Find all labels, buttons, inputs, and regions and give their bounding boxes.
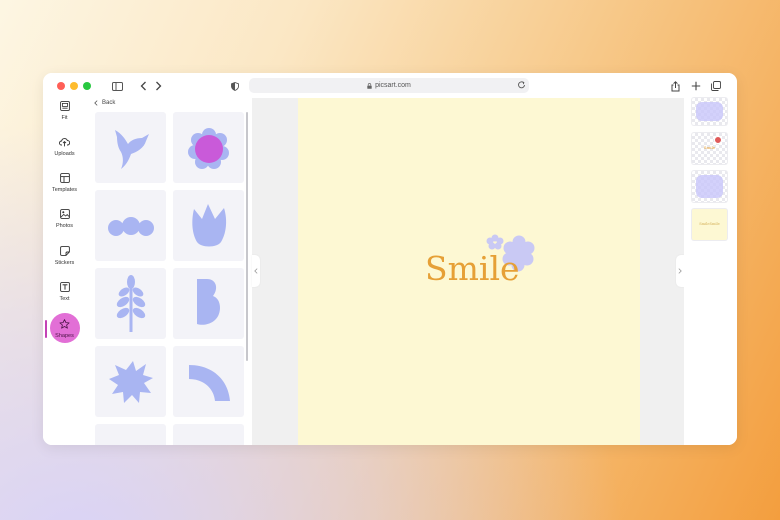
shape-tile-dome[interactable]: [95, 424, 166, 445]
chevron-left-icon: [94, 100, 98, 106]
maximize-window-button[interactable]: [83, 82, 91, 90]
sidebar-item-shapes[interactable]: Shapes: [43, 319, 86, 339]
sidebar-toggle-icon[interactable]: [110, 78, 124, 94]
collapse-left-panel-button[interactable]: [252, 255, 260, 287]
sidebar-item-templates[interactable]: Templates: [43, 173, 86, 193]
sidebar-item-label: Uploads: [54, 151, 75, 157]
address-bar[interactable]: picsart.com: [249, 78, 529, 93]
shapes-panel: Back: [86, 98, 249, 445]
browser-toolbar: picsart.com: [43, 73, 737, 98]
sidebar-item-label: Templates: [51, 187, 78, 193]
browser-window: picsart.com Fit Uploads Templates Photos…: [43, 73, 737, 445]
sidebar-item-label: Stickers: [54, 260, 75, 266]
back-button[interactable]: Back: [94, 100, 115, 106]
url-text: picsart.com: [375, 82, 411, 89]
sidebar-item-label: Photos: [55, 223, 74, 229]
text-icon: [59, 282, 70, 292]
share-icon[interactable]: [669, 78, 681, 94]
shape-tile-arch[interactable]: [173, 346, 244, 417]
layer-thumbnail[interactable]: [692, 98, 727, 125]
layer-thumbnail-text: SmileSmile: [699, 222, 720, 226]
leaf-shape-icon: [116, 274, 145, 332]
shape-tile-grass[interactable]: [173, 424, 244, 445]
chevron-left-icon: [254, 268, 258, 274]
letter-b-shape-icon: [196, 278, 220, 325]
sidebar-item-label: Text: [59, 296, 70, 302]
minimize-window-button[interactable]: [70, 82, 78, 90]
shape-tile-leaf[interactable]: [95, 268, 166, 339]
arch-shape-icon: [188, 364, 230, 401]
tulip-shape-icon: [191, 203, 226, 246]
chevron-right-icon: [678, 268, 682, 274]
shape-tile-starburst[interactable]: [95, 346, 166, 417]
canvas-workspace: Smile: [252, 98, 684, 445]
sidebar-item-fit[interactable]: Fit: [43, 101, 86, 121]
shield-icon[interactable]: [229, 78, 241, 94]
forward-arrow-icon[interactable]: [153, 78, 163, 94]
layer-thumbnail-shape: [696, 175, 723, 198]
sidebar-item-uploads[interactable]: Uploads: [43, 137, 86, 157]
sidebar-item-label: Fit: [61, 115, 68, 121]
close-window-button[interactable]: [57, 82, 65, 90]
shape-tile-tulip[interactable]: [173, 190, 244, 261]
sidebar-item-label: Shapes: [55, 333, 74, 339]
fit-icon: [59, 101, 70, 111]
starburst-shape-icon: [108, 360, 153, 403]
reload-icon[interactable]: [517, 80, 526, 90]
star-icon: [59, 319, 70, 329]
record-icon: [714, 136, 722, 144]
layers-panel: Smile SmileSmile: [684, 98, 737, 445]
upload-cloud-icon: [59, 138, 70, 147]
back-label: Back: [102, 100, 116, 106]
bird-shape-icon: [114, 129, 149, 169]
back-arrow-icon[interactable]: [138, 78, 148, 94]
templates-icon: [59, 173, 70, 183]
shape-tile-bird[interactable]: [95, 112, 166, 183]
layer-thumbnail[interactable]: [692, 171, 727, 202]
grass-shape-icon: [184, 435, 234, 446]
cloud-shape-icon: [107, 216, 154, 236]
flower-shape-icon: [187, 127, 229, 169]
photos-icon: [59, 209, 70, 219]
layer-thumbnail-shape: [696, 102, 723, 121]
stickers-icon: [59, 246, 70, 256]
artboard[interactable]: Smile: [298, 98, 640, 445]
new-tab-plus-icon[interactable]: [690, 78, 702, 94]
shape-tile-cloud[interactable]: [95, 190, 166, 261]
layer-thumbnail-text: Smile: [703, 145, 716, 150]
sidebar-item-stickers[interactable]: Stickers: [43, 246, 86, 266]
layer-thumbnail[interactable]: Smile: [692, 133, 727, 164]
editor-sidebar: Fit Uploads Templates Photos Stickers Te…: [43, 98, 86, 445]
dome-shape-icon: [106, 435, 156, 446]
shape-tile-letter-b[interactable]: [173, 268, 244, 339]
layer-thumbnail[interactable]: SmileSmile: [692, 209, 727, 240]
canvas-text-element[interactable]: Smile: [425, 249, 520, 288]
shape-tile-flower[interactable]: [173, 112, 244, 183]
sidebar-item-photos[interactable]: Photos: [43, 209, 86, 229]
collapse-right-panel-button[interactable]: [676, 255, 684, 287]
lock-icon: [367, 82, 372, 89]
tabs-overview-icon[interactable]: [710, 78, 722, 94]
sidebar-item-text[interactable]: Text: [43, 282, 86, 302]
panel-scrollbar[interactable]: [246, 112, 248, 361]
